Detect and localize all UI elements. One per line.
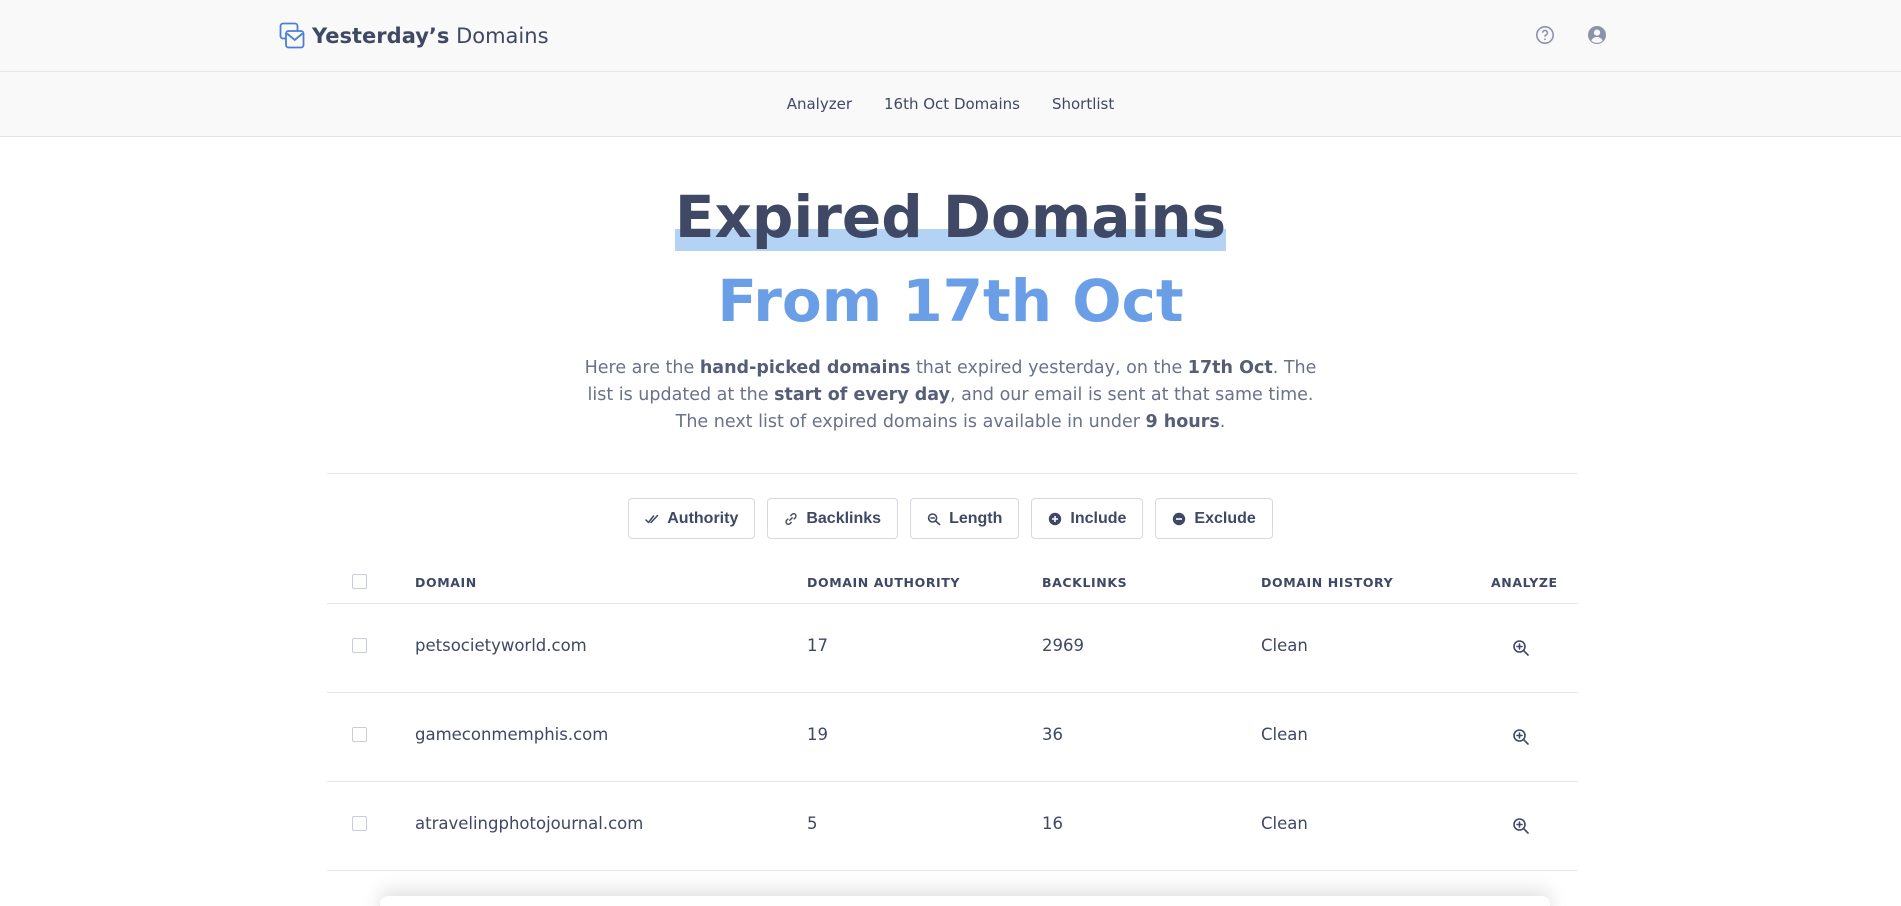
brand-name: Yesterday’s Domains [312,24,549,48]
column-header-history[interactable]: DOMAIN HISTORY [1261,575,1393,590]
column-header-authority[interactable]: DOMAIN AUTHORITY [807,575,960,590]
row-checkbox[interactable] [352,816,367,831]
page-subtitle: From 17th Oct [717,267,1184,335]
row-checkbox[interactable] [352,638,367,653]
backlinks-count: 36 [1042,725,1063,744]
backlinks-filter-label: Backlinks [806,509,882,527]
row-divider [327,692,1578,693]
minus-circle-icon [1173,512,1186,525]
help-icon[interactable] [1535,25,1555,45]
ruler-search-icon [927,512,941,525]
floating-panel [380,896,1550,906]
zoom-in-icon[interactable] [1512,728,1530,746]
backlinks-count: 16 [1042,814,1063,833]
domain-name[interactable]: atravelingphotojournal.com [415,814,643,833]
desc-bold-2: 17th Oct [1187,358,1273,378]
domain-history: Clean [1261,636,1308,655]
column-header-analyze: ANALYZE [1491,575,1558,590]
page-title: Expired Domains [0,182,1901,252]
logo[interactable]: Yesterday’s Domains [279,22,549,50]
domain-name[interactable]: petsocietyworld.com [415,636,587,655]
backlinks-filter-button[interactable]: Backlinks [767,498,899,539]
select-all-checkbox[interactable] [352,574,367,589]
link-icon [785,512,797,525]
column-header-backlinks[interactable]: BACKLINKS [1042,575,1127,590]
page-title-text: Expired Domains [674,183,1227,251]
zoom-in-icon[interactable] [1512,639,1530,657]
exclude-filter-button[interactable]: Exclude [1155,498,1273,539]
domain-authority: 5 [807,814,818,833]
desc-text-1: Here are the [584,358,700,378]
brand-name-light: Domains [456,24,549,48]
nav-shortlist[interactable]: Shortlist [1052,95,1114,113]
row-divider [327,870,1578,871]
nav-bar: Analyzer 16th Oct Domains Shortlist [0,72,1901,137]
section-divider [327,473,1578,474]
nav-previous-domains[interactable]: 16th Oct Domains [884,95,1020,113]
domain-name[interactable]: gameconmemphis.com [415,725,608,744]
length-filter-button[interactable]: Length [910,498,1020,539]
user-icon[interactable] [1587,25,1607,45]
desc-text-2: that expired yesterday, on the [910,358,1188,378]
zoom-in-icon[interactable] [1512,817,1530,835]
domain-history: Clean [1261,814,1308,833]
nav-analyzer[interactable]: Analyzer [787,95,852,113]
header-divider [327,603,1578,604]
top-bar: Yesterday’s Domains [0,0,1901,72]
row-checkbox[interactable] [352,727,367,742]
authority-filter-label: Authority [667,509,739,527]
include-filter-label: Include [1070,509,1127,527]
desc-text-5: . [1219,412,1226,432]
exclude-filter-label: Exclude [1194,509,1256,527]
column-header-domain[interactable]: DOMAIN [415,575,477,590]
include-filter-button[interactable]: Include [1031,498,1144,539]
desc-bold-4: 9 hours [1145,412,1220,432]
domain-authority: 17 [807,636,828,655]
desc-bold-1: hand-picked domains [699,358,911,378]
plus-circle-icon [1049,512,1062,525]
brand-name-bold: Yesterday’s [312,24,450,48]
desc-bold-3: start of every day [774,385,950,405]
double-check-icon [645,514,659,523]
row-divider [327,781,1578,782]
length-filter-label: Length [949,509,1003,527]
logo-icon [279,22,305,49]
authority-filter-button[interactable]: Authority [628,498,756,539]
domain-history: Clean [1261,725,1308,744]
page-description: Here are the hand-picked domains that ex… [575,355,1326,436]
backlinks-count: 2969 [1042,636,1084,655]
filter-bar: Authority Backlinks Length Include Exclu… [0,498,1901,539]
domain-authority: 19 [807,725,828,744]
